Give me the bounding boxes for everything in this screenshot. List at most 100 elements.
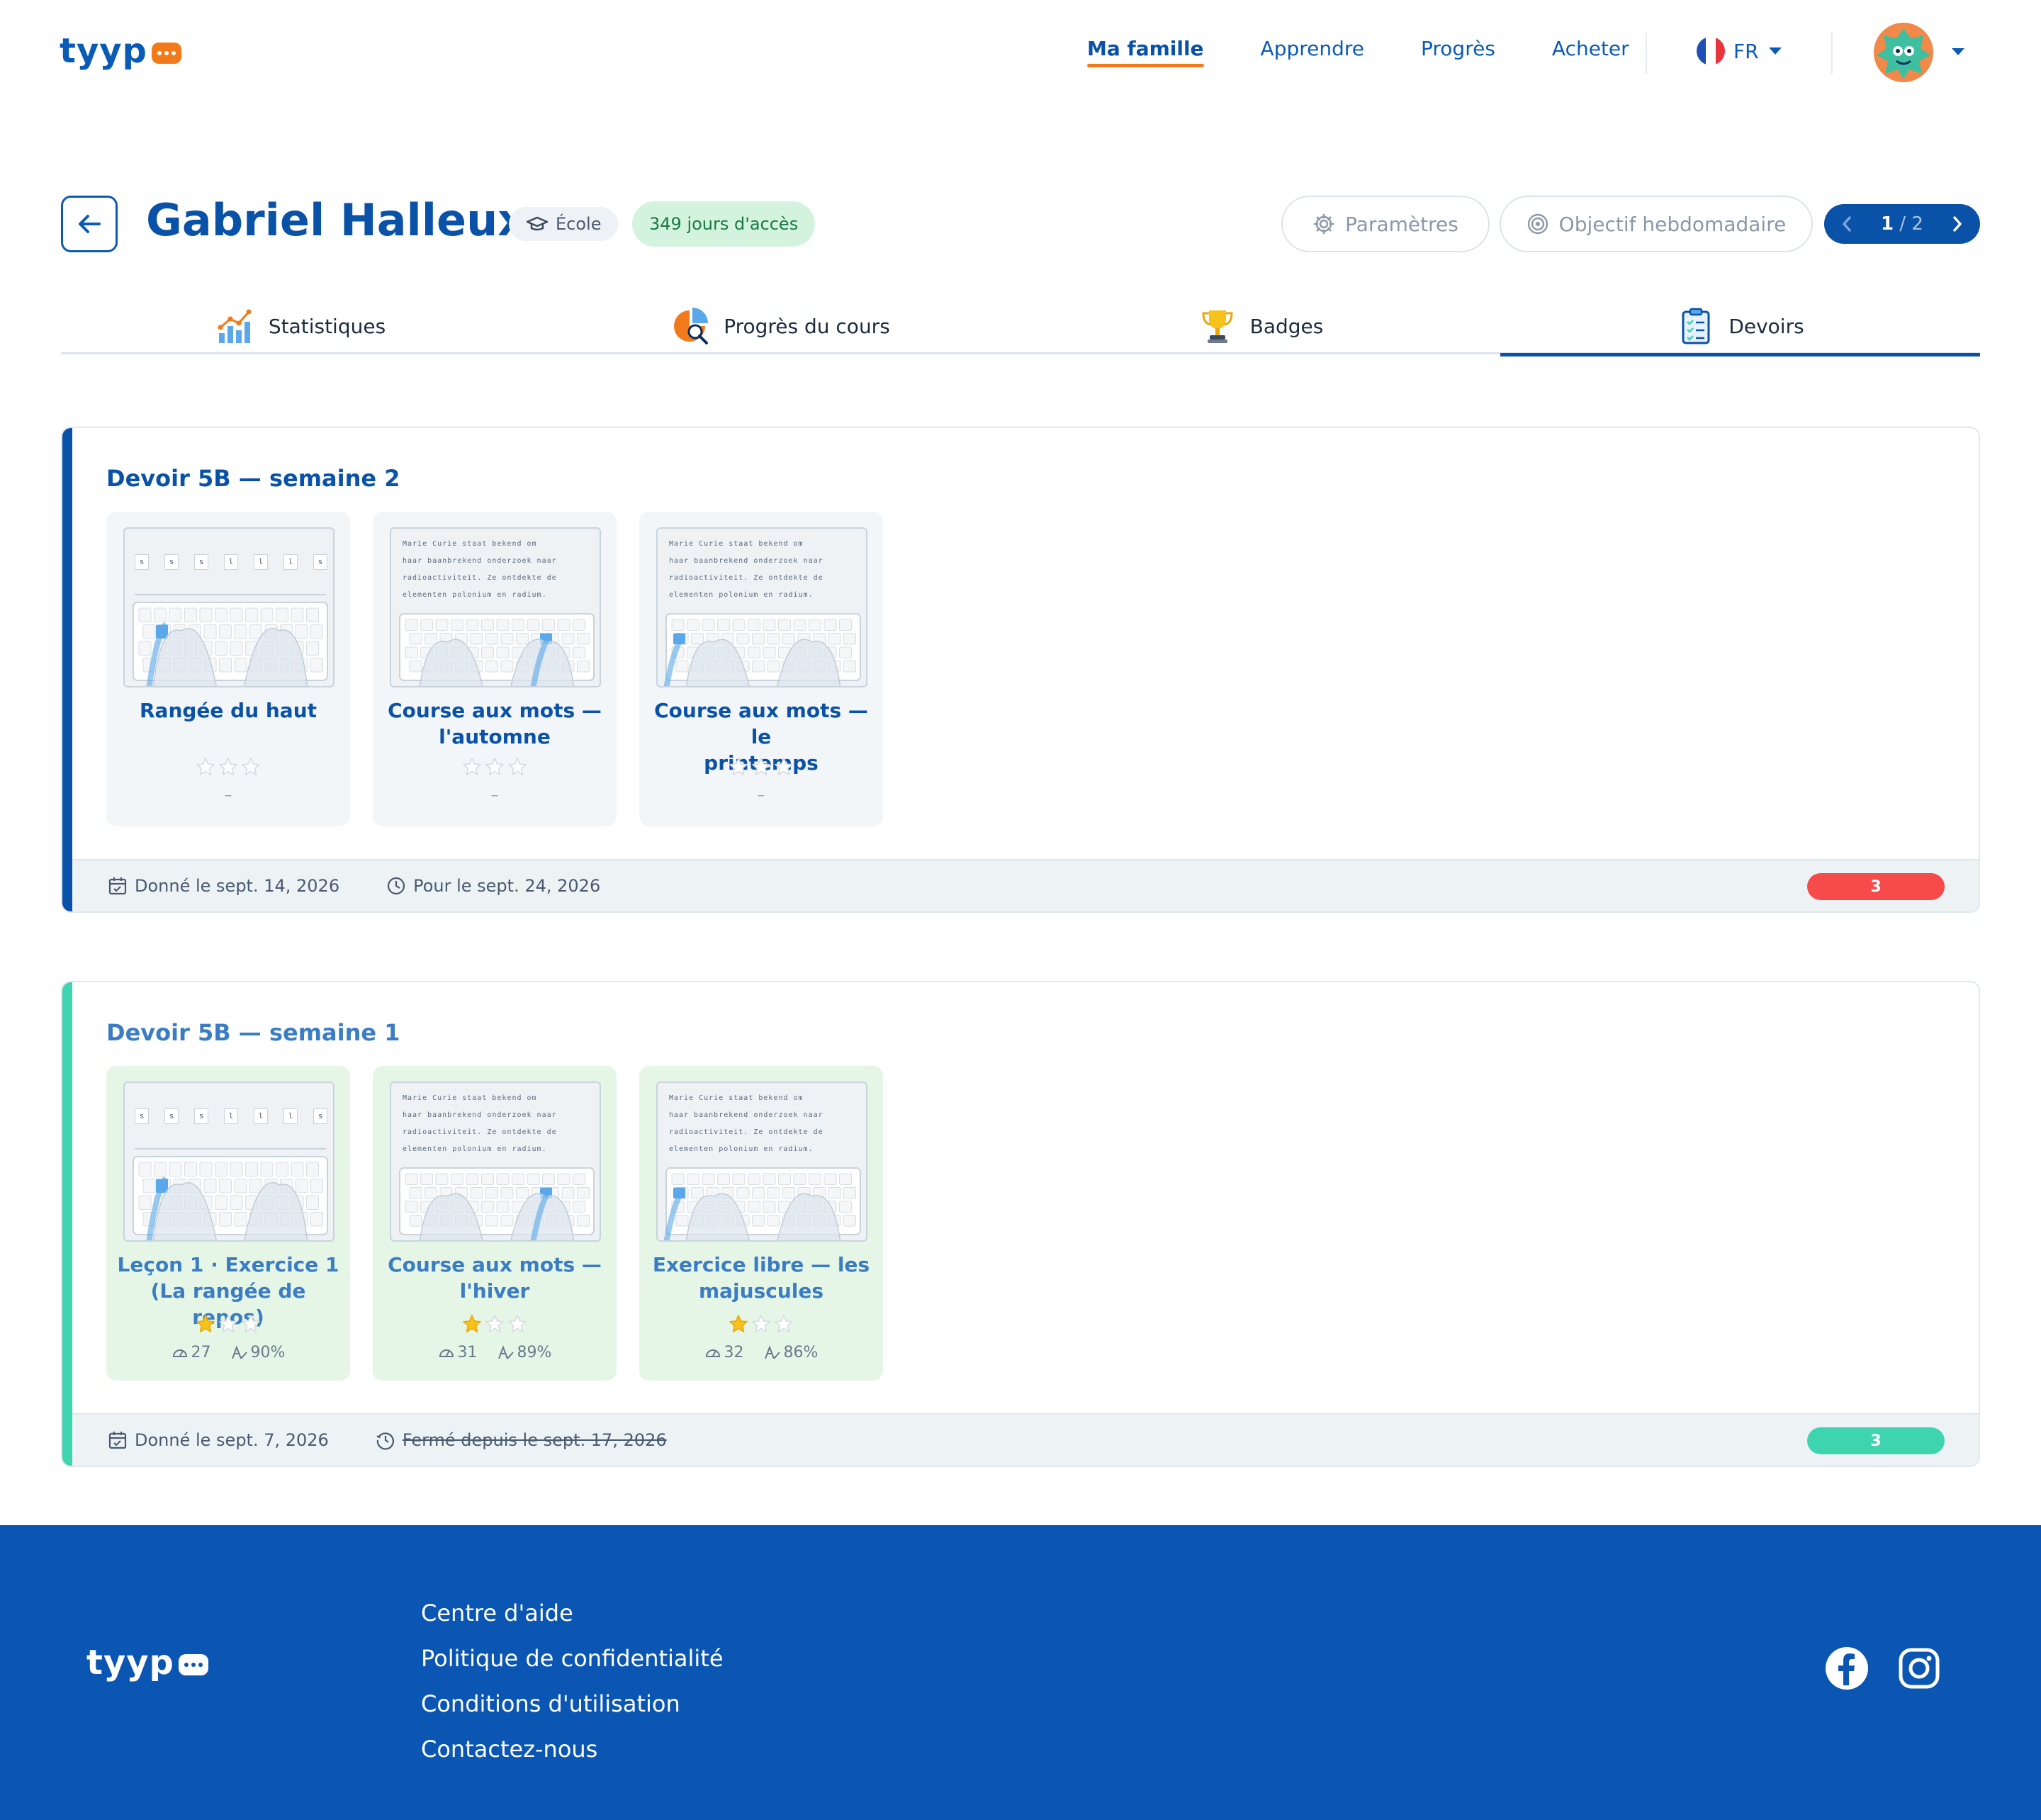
facebook-icon[interactable]	[1824, 1646, 1869, 1691]
star-rating	[639, 757, 883, 777]
star-empty-icon	[219, 758, 237, 775]
tab-label: Progrès du cours	[724, 314, 890, 338]
graduation-cap-icon	[526, 216, 549, 231]
clock-icon	[387, 877, 405, 895]
nav-divider	[1831, 33, 1833, 74]
tab-label: Badges	[1249, 314, 1324, 338]
speed-metric: 32	[704, 1344, 744, 1361]
tab-badges[interactable]: Badges	[1020, 298, 1500, 354]
lesson-count-badge: 3	[1807, 873, 1945, 900]
star-filled-icon	[196, 1315, 215, 1332]
tyyp-logo[interactable]: tyyp	[60, 31, 181, 71]
closed-date: Fermé depuis le sept. 17, 2026	[376, 1430, 667, 1450]
lesson-card[interactable]: Marie Curie staat bekend om haar baanbrek…	[373, 512, 617, 826]
clock-history-icon	[376, 1432, 394, 1450]
due-date: Pour le sept. 24, 2026	[386, 876, 600, 896]
avatar[interactable]	[1874, 23, 1933, 82]
clipboard-icon	[1682, 308, 1710, 344]
accuracy-check-icon	[497, 1344, 514, 1359]
page-indicator: 1 / 2	[1881, 213, 1923, 235]
lesson-card[interactable]: Marie Curie staat bekend om haar baanbrek…	[373, 1066, 617, 1381]
weekly-goal-label: Objectif hebdomadaire	[1558, 212, 1787, 236]
keyboard-illustration	[133, 602, 328, 686]
star-rating	[373, 1314, 617, 1334]
pie-magnifier-icon	[674, 308, 709, 344]
tab-statistiques[interactable]: Statistiques	[61, 298, 541, 354]
keyboard-illustration	[399, 613, 595, 686]
link-help-center[interactable]: Centre d'aide	[421, 1590, 724, 1636]
lesson-thumbnail: Marie Curie staat bekend om haar baanbrek…	[656, 1082, 867, 1242]
lesson-card[interactable]: Marie Curie staat bekend om haar baanbrek…	[639, 1066, 883, 1381]
star-empty-icon	[729, 758, 748, 775]
chevron-down-icon[interactable]	[1952, 48, 1964, 55]
chevron-down-icon	[1768, 47, 1782, 55]
weekly-goal-button[interactable]: Objectif hebdomadaire	[1500, 196, 1813, 252]
bar-chart-icon	[218, 309, 252, 343]
footer-logo[interactable]: tyyp	[86, 1643, 208, 1683]
lesson-thumbnail: Marie Curie staat bekend om haar baanbrek…	[390, 1082, 601, 1242]
nav-divider	[1646, 33, 1647, 74]
france-flag-icon	[1697, 37, 1725, 65]
monster-avatar-icon	[1877, 28, 1930, 79]
student-tabs: Statistiques Progrès du cours Badges Dev…	[61, 298, 1980, 356]
star-empty-icon	[752, 758, 770, 775]
star-filled-icon	[463, 1315, 481, 1332]
language-selector[interactable]: FR	[1697, 37, 1782, 65]
lesson-thumbnail: Marie Curie staat bekend om haar baanbrek…	[656, 527, 867, 687]
no-result: –	[757, 787, 765, 804]
calendar-check-icon	[108, 877, 127, 895]
keyboard-illustration	[133, 1156, 328, 1240]
tab-label: Statistiques	[268, 314, 386, 338]
footer-links: Centre d'aide Politique de confidentiali…	[421, 1590, 724, 1772]
given-date: Donné le sept. 14, 2026	[108, 876, 339, 896]
tab-devoirs[interactable]: Devoirs	[1500, 298, 1980, 356]
no-result: –	[224, 787, 232, 804]
chevron-left-icon[interactable]	[1840, 215, 1854, 233]
accuracy-metric: 89%	[497, 1344, 551, 1361]
lesson-list: sssllls Leçon 1 · Exercice 1 (La rangée d…	[106, 1066, 883, 1381]
lesson-name: Course aux mots — l'automne	[388, 699, 602, 748]
lesson-list: sssllls Rangée du haut – Marie Curie sta…	[106, 512, 883, 826]
homework-title: Devoir 5B — semaine 1	[106, 1019, 400, 1046]
speed-metric: 31	[438, 1344, 478, 1361]
accuracy-check-icon	[231, 1344, 247, 1359]
link-terms[interactable]: Conditions d'utilisation	[421, 1681, 724, 1726]
lesson-name: Rangée du haut	[139, 699, 317, 722]
link-contact[interactable]: Contactez-nous	[421, 1726, 724, 1772]
back-button[interactable]	[61, 196, 118, 252]
site-footer: tyyp Centre d'aide Politique de confiden…	[0, 1525, 2041, 1820]
speed-metric: 27	[172, 1344, 211, 1361]
link-privacy-policy[interactable]: Politique de confidentialité	[421, 1636, 724, 1681]
access-days-badge: 349 jours d'accès	[632, 201, 816, 247]
accuracy-metric: 86%	[764, 1344, 818, 1361]
tab-progres-du-cours[interactable]: Progrès du cours	[541, 298, 1020, 354]
star-empty-icon	[463, 758, 481, 775]
instagram-icon[interactable]	[1896, 1646, 1942, 1691]
target-icon	[1527, 213, 1548, 235]
tab-label: Devoirs	[1728, 314, 1804, 338]
speedometer-icon	[172, 1349, 187, 1357]
nav-ma-famille[interactable]: Ma famille	[1087, 37, 1204, 67]
chevron-right-icon[interactable]	[1950, 215, 1964, 233]
homework-card: Devoir 5B — semaine 1 sssllls Leçon 1 · …	[61, 981, 1980, 1467]
speedometer-icon	[439, 1349, 454, 1357]
nav-acheter[interactable]: Acheter	[1552, 37, 1629, 67]
star-empty-icon	[196, 758, 215, 775]
accuracy-check-icon	[764, 1344, 780, 1359]
given-date: Donné le sept. 7, 2026	[108, 1430, 329, 1450]
lesson-card[interactable]: sssllls Leçon 1 · Exercice 1 (La rangée d…	[106, 1066, 350, 1381]
nav-apprendre[interactable]: Apprendre	[1261, 37, 1364, 67]
lesson-card[interactable]: Marie Curie staat bekend om haar baanbrek…	[639, 512, 883, 826]
lesson-metrics: 32 86%	[639, 1344, 883, 1361]
keyboard-illustration	[663, 613, 861, 686]
homework-title: Devoir 5B — semaine 2	[106, 465, 400, 492]
star-rating	[106, 757, 350, 777]
star-empty-icon	[219, 1315, 237, 1332]
star-empty-icon	[775, 758, 793, 775]
lesson-card[interactable]: sssllls Rangée du haut –	[106, 512, 350, 826]
chat-bubble-icon	[178, 1654, 208, 1675]
language-code: FR	[1733, 39, 1759, 63]
settings-button[interactable]: Paramètres	[1281, 196, 1490, 252]
nav-progres[interactable]: Progrès	[1421, 37, 1495, 67]
star-empty-icon	[752, 1315, 770, 1332]
